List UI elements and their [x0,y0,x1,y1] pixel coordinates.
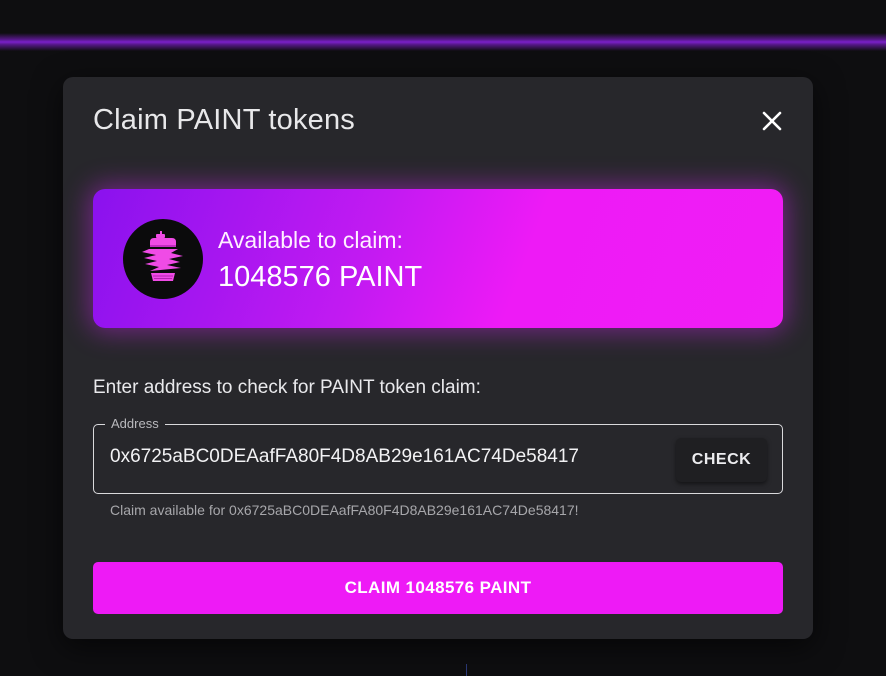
available-label: Available to claim: [218,227,403,253]
claim-helper-text: Claim available for 0x6725aBC0DEAafFA80F… [110,502,579,518]
address-field: Address CHECK [93,416,783,494]
address-input[interactable] [110,446,670,468]
available-amount: 1048576 PAINT [218,261,423,293]
address-field-label: Address [105,416,165,431]
dialog-title: Claim PAINT tokens [93,104,355,136]
spray-can-icon [142,231,183,281]
paint-logo [123,219,203,299]
available-banner: Available to claim: 1048576 PAINT [93,189,783,328]
top-glow-bar [0,33,886,51]
check-button[interactable]: CHECK [676,438,767,482]
background-divider [466,664,467,676]
close-button[interactable] [758,107,786,135]
claim-dialog: Claim PAINT tokens Available to claim: 1… [63,77,813,639]
close-icon [762,111,782,131]
address-prompt: Enter address to check for PAINT token c… [93,377,481,398]
claim-button[interactable]: CLAIM 1048576 PAINT [93,562,783,614]
